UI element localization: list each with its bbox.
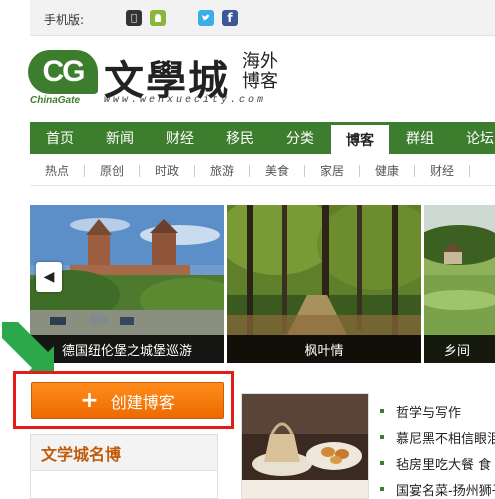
- annotation-arrow-icon: [2, 322, 54, 374]
- nav-item-news[interactable]: 新闻: [90, 122, 150, 154]
- image-slider: 德国纽伦堡之城堡巡游 枫叶情 乡间 ◀: [30, 205, 495, 363]
- article-title[interactable]: 慕尼黑不相信眼泪: [396, 428, 495, 447]
- android-icon[interactable]: [150, 10, 166, 26]
- list-item[interactable]: 毡房里吃大餐 食: [380, 450, 495, 476]
- slide-caption-maple[interactable]: 枫叶情: [227, 335, 421, 363]
- chinagate-logo-mark: CG: [28, 50, 98, 94]
- chinagate-text: ChinaGate: [30, 95, 81, 106]
- subnav-item-politics[interactable]: 时政: [140, 164, 195, 177]
- bullet-icon: [380, 461, 384, 465]
- sub-nav: 热点 原创 时政 旅游 美食 家居 健康 财经 I: [30, 156, 495, 186]
- subnav-item-travel[interactable]: 旅游: [195, 164, 250, 177]
- bullet-icon: [380, 435, 384, 439]
- create-blog-button[interactable]: + 创建博客: [31, 382, 224, 419]
- slide-countryside[interactable]: 乡间: [424, 205, 495, 363]
- nav-item-blog[interactable]: 博客: [330, 125, 390, 154]
- food-image: [242, 394, 368, 498]
- subnav-item-finance[interactable]: 财经: [415, 164, 470, 177]
- article-list: 哲学与写作 慕尼黑不相信眼泪 毡房里吃大餐 食 国宴名菜-扬州狮子头: [380, 398, 495, 499]
- create-blog-label: 创建博客: [110, 392, 175, 412]
- nav-item-classifieds[interactable]: 分类: [270, 122, 330, 154]
- nav-item-home[interactable]: 首页: [30, 122, 90, 154]
- subnav-item-more[interactable]: I: [470, 165, 495, 177]
- mobile-label: 手机版:: [44, 13, 85, 27]
- main-nav: 首页 新闻 财经 移民 分类 博客 群组 论坛: [30, 122, 495, 154]
- subnav-item-food[interactable]: 美食: [250, 164, 305, 177]
- article-title[interactable]: 国宴名菜-扬州狮子头: [396, 480, 495, 499]
- facebook-icon[interactable]: f: [222, 10, 238, 26]
- list-item[interactable]: 哲学与写作: [380, 398, 495, 424]
- article-title[interactable]: 哲学与写作: [396, 402, 461, 421]
- nav-item-forum[interactable]: 论坛: [450, 122, 495, 154]
- subnav-item-original[interactable]: 原创: [85, 164, 140, 177]
- bullet-icon: [380, 409, 384, 413]
- nav-item-immigration[interactable]: 移民: [210, 122, 270, 154]
- site-logo[interactable]: CG ChinaGate 文學城 www.wenxuecity.com 海外博客: [28, 46, 288, 110]
- list-item[interactable]: 国宴名菜-扬州狮子头: [380, 476, 495, 499]
- famous-blogs-title: 文学城名博: [31, 435, 217, 471]
- bullet-icon: [380, 487, 384, 491]
- subnav-item-health[interactable]: 健康: [360, 164, 415, 177]
- slider-prev-button[interactable]: ◀: [36, 262, 62, 292]
- article-title[interactable]: 毡房里吃大餐 食: [396, 454, 491, 473]
- subnav-item-home[interactable]: 家居: [305, 164, 360, 177]
- famous-blogs-panel: 文学城名博: [30, 434, 218, 499]
- plus-icon: +: [80, 387, 99, 413]
- nav-item-finance[interactable]: 财经: [150, 122, 210, 154]
- slide-caption-countryside[interactable]: 乡间: [424, 335, 495, 363]
- list-item[interactable]: 慕尼黑不相信眼泪: [380, 424, 495, 450]
- subnav-item-hot[interactable]: 热点: [30, 164, 85, 177]
- chevron-left-icon: ◀: [43, 269, 55, 285]
- apple-icon[interactable]: : [126, 10, 142, 26]
- site-url: www.wenxuecity.com: [104, 95, 267, 106]
- create-blog-highlight: + 创建博客: [13, 371, 234, 429]
- nav-item-groups[interactable]: 群组: [390, 122, 450, 154]
- mobile-bar: 手机版:  f: [30, 0, 495, 36]
- article-thumbnail[interactable]: [241, 393, 369, 499]
- slide-maple[interactable]: 枫叶情: [227, 205, 421, 363]
- twitter-icon[interactable]: [198, 10, 214, 26]
- overseas-blog-label: 海外博客: [242, 51, 278, 92]
